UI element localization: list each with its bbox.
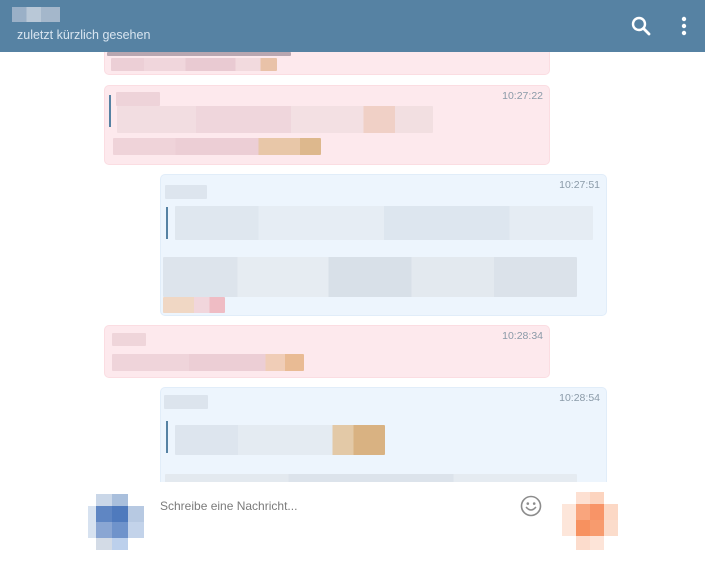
send-button-redacted[interactable] [562,492,618,550]
message-incoming[interactable]: 10:28:34 [104,325,550,378]
contact-name-redacted[interactable] [12,7,60,22]
redacted-sender [164,395,208,409]
redacted-text [165,474,577,482]
redacted-text [163,257,577,297]
redacted-text [107,52,291,56]
more-vertical-icon[interactable] [671,13,697,39]
smiley-icon[interactable] [519,494,543,518]
message-incoming[interactable]: 10:27:22 [104,85,550,165]
chat-header: zuletzt kürzlich gesehen [0,0,705,52]
message-incoming[interactable] [104,52,550,75]
message-time: 10:28:34 [502,330,543,342]
message-outgoing[interactable]: 10:28:54 [160,387,607,482]
message-outgoing[interactable]: 10:27:51 [160,174,607,316]
search-icon[interactable] [628,13,654,39]
quote-bar [166,207,168,239]
redacted-text [113,138,321,155]
message-time: 10:27:22 [502,90,543,102]
redacted-text [111,58,277,71]
redacted-sender [116,92,160,106]
redacted-quote [117,106,433,133]
redacted-sender [165,185,207,199]
redacted-emoji [163,297,225,313]
redacted-quote [175,425,385,455]
quote-bar [109,95,111,127]
message-composer [0,482,705,567]
redacted-sender [112,333,146,346]
contact-status: zuletzt kürzlich gesehen [17,28,151,42]
redacted-text [112,354,304,371]
redacted-quote [175,206,593,240]
attach-avatar-redacted[interactable] [88,494,144,550]
message-time: 10:28:54 [559,392,600,404]
message-input[interactable] [160,496,500,516]
quote-bar [166,421,168,453]
message-time: 10:27:51 [559,179,600,191]
message-list[interactable]: 10:27:22 10:27:51 10:28:34 10:28:54 [0,52,705,482]
